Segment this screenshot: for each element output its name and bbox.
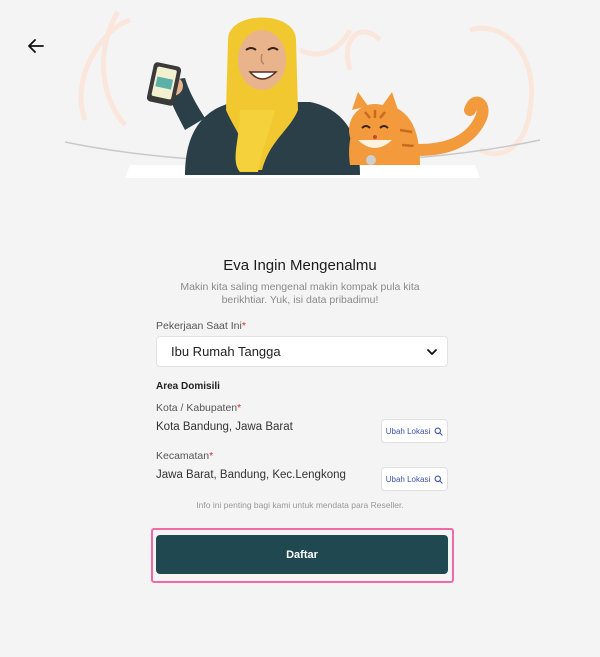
city-value: Kota Bandung, Jawa Barat bbox=[156, 421, 293, 433]
job-label: Pekerjaan Saat Ini* bbox=[156, 320, 246, 332]
submit-button[interactable]: Daftar bbox=[156, 535, 448, 574]
change-district-button-label: Ubah Lokasi bbox=[385, 474, 431, 484]
change-city-button[interactable]: Ubah Lokasi bbox=[381, 419, 448, 443]
change-district-button[interactable]: Ubah Lokasi bbox=[381, 467, 448, 491]
city-label: Kota / Kabupaten* bbox=[156, 402, 241, 414]
job-label-text: Pekerjaan Saat Ini bbox=[156, 320, 242, 332]
page-subtitle: Makin kita saling mengenal makin kompak … bbox=[180, 281, 420, 306]
change-city-button-label: Ubah Lokasi bbox=[385, 426, 431, 436]
chevron-down-icon bbox=[427, 348, 437, 355]
registration-page: Eva Ingin Mengenalmu Makin kita saling m… bbox=[0, 0, 600, 657]
domicile-section-title: Area Domisili bbox=[156, 381, 220, 392]
job-select[interactable]: Ibu Rumah Tangga bbox=[156, 336, 448, 367]
info-note: Info ini penting bagi kami untuk mendata… bbox=[196, 500, 404, 510]
district-value: Jawa Barat, Bandung, Kec.Lengkong bbox=[156, 469, 346, 481]
required-mark: * bbox=[209, 450, 214, 462]
city-label-text: Kota / Kabupaten bbox=[156, 402, 238, 414]
district-label: Kecamatan* bbox=[156, 450, 213, 462]
district-label-text: Kecamatan bbox=[156, 450, 210, 462]
required-mark: * bbox=[241, 320, 246, 332]
required-mark: * bbox=[237, 402, 242, 414]
search-icon bbox=[434, 475, 443, 484]
search-icon bbox=[434, 427, 443, 436]
job-select-value: Ibu Rumah Tangga bbox=[171, 344, 281, 359]
page-title: Eva Ingin Mengenalmu bbox=[223, 257, 377, 274]
submit-button-label: Daftar bbox=[286, 548, 318, 561]
hero-illustration bbox=[64, 10, 541, 178]
